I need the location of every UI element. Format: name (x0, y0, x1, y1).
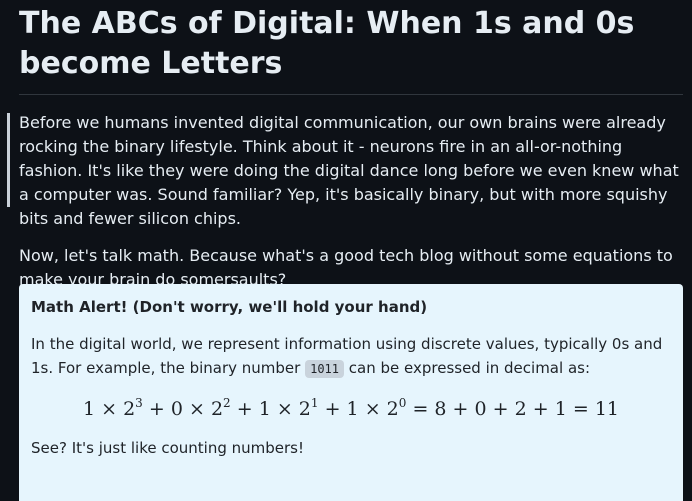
math-alert-title: Math Alert! (Don't worry, we'll hold you… (31, 298, 428, 316)
math-text-after: can be expressed in decimal as: (344, 359, 590, 377)
inline-code: 1011 (305, 360, 345, 378)
blockquote-bar (7, 113, 10, 207)
eq-exponent: 3 (135, 396, 143, 410)
eq-term: 2 (514, 398, 527, 420)
eq-op: + (452, 398, 469, 420)
eq-op: × (276, 398, 293, 420)
eq-term: 1 (554, 398, 567, 420)
article: The ABCs of Digital: When 1s and 0s beco… (7, 0, 683, 501)
eq-op: + (236, 398, 253, 420)
eq-op: × (364, 398, 381, 420)
page-title: The ABCs of Digital: When 1s and 0s beco… (19, 6, 635, 81)
eq-term: 21 (298, 396, 319, 420)
eq-exponent: 0 (398, 396, 407, 410)
blockquote: Before we humans invented digital commun… (7, 111, 683, 231)
eq-term: 1 (258, 398, 271, 420)
eq-term: 0 (474, 398, 487, 420)
eq-term: 22 (210, 396, 231, 420)
eq-op: × (188, 398, 205, 420)
blockquote-text: Before we humans invented digital commun… (19, 113, 679, 228)
eq-term: 8 (434, 398, 447, 420)
eq-exponent: 2 (223, 396, 231, 410)
eq-op: + (324, 398, 341, 420)
math-alert-footer: See? It's just like counting numbers! (31, 439, 304, 457)
eq-term: 1 (346, 398, 359, 420)
eq-op: + (148, 398, 165, 420)
eq-op: = (412, 398, 429, 420)
math-alert-box: Math Alert! (Don't worry, we'll hold you… (19, 284, 683, 501)
eq-term: 23 (123, 396, 143, 420)
title-divider (19, 94, 683, 95)
eq-op: + (492, 398, 509, 420)
math-alert-text: In the digital world, we represent infor… (31, 332, 671, 381)
eq-op: × (101, 398, 118, 420)
equation: 1 × 23 + 0 × 22 + 1 × 21 + 1 × 20 = 8 + … (31, 395, 671, 423)
eq-op: = (572, 398, 589, 420)
eq-op: + (532, 398, 549, 420)
eq-term: 11 (594, 398, 620, 420)
eq-term: 1 (82, 398, 96, 420)
eq-term: 0 (170, 398, 183, 420)
eq-exponent: 1 (310, 396, 319, 410)
eq-term: 20 (386, 396, 407, 420)
